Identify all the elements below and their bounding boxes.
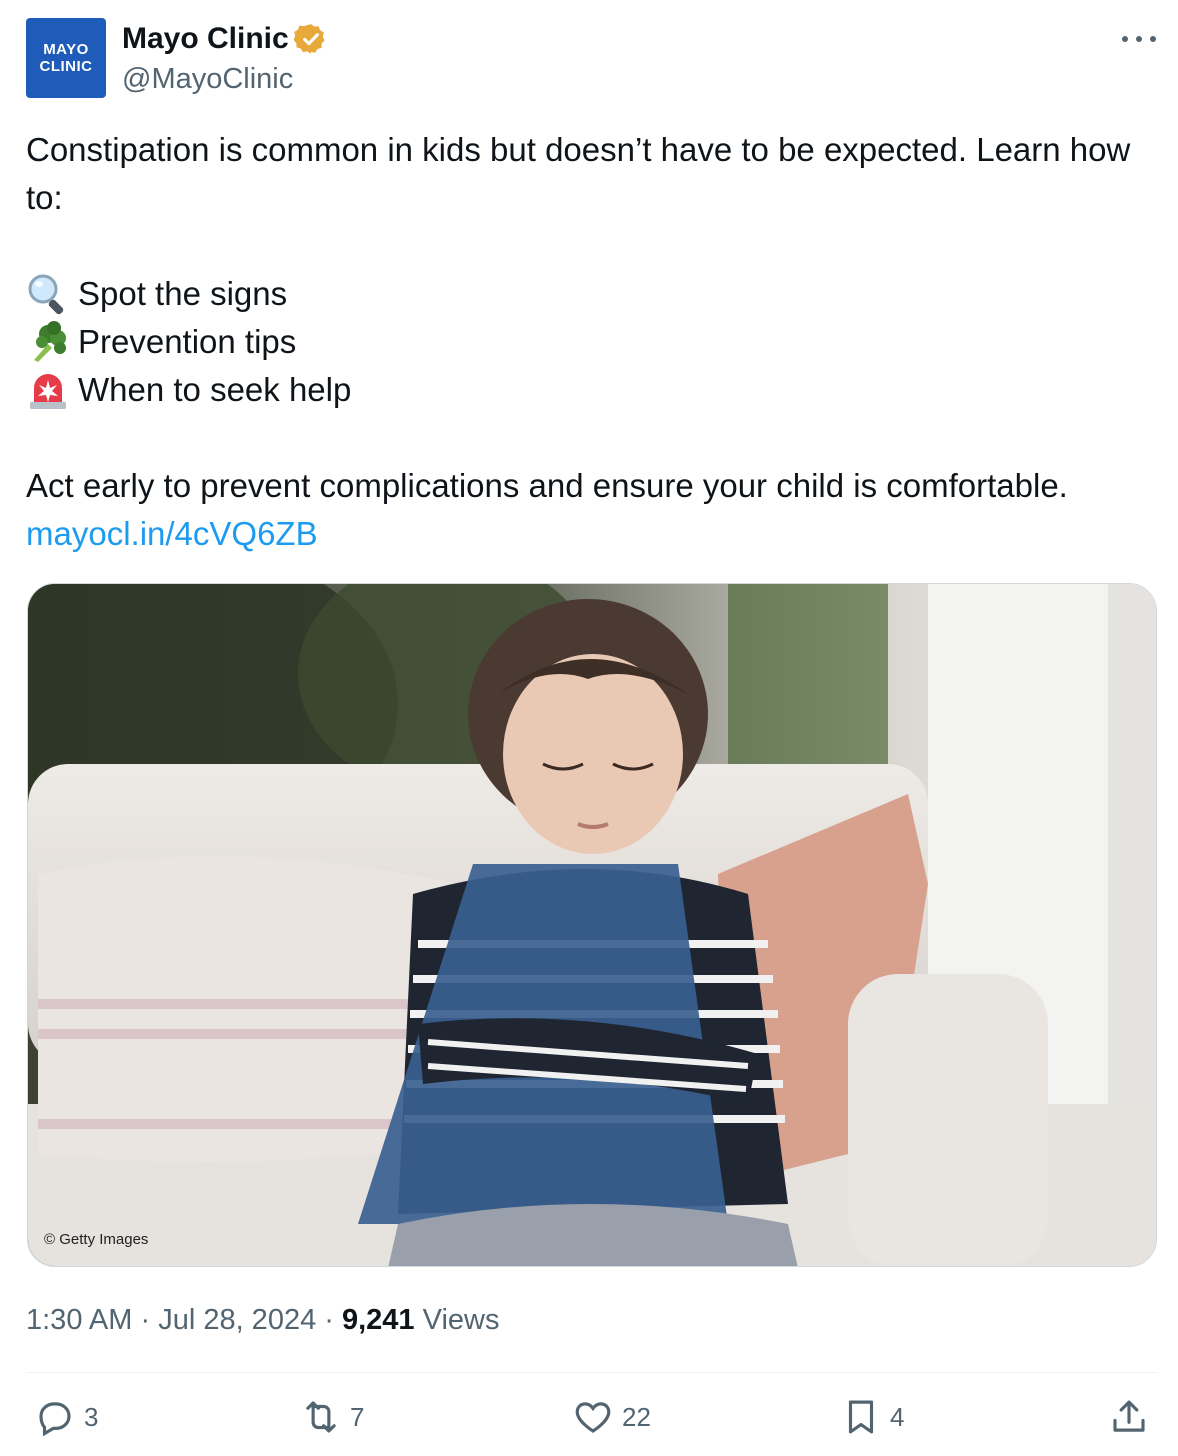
avatar-line-1: MAYO — [43, 41, 89, 58]
divider — [26, 1372, 1158, 1373]
bookmark-count: 4 — [890, 1401, 905, 1432]
bookmark-icon — [848, 1400, 874, 1434]
repost-button[interactable]: 7 — [300, 1396, 364, 1438]
bookmark-button[interactable]: 4 — [840, 1396, 904, 1438]
tweet-date[interactable]: Jul 28, 2024 — [158, 1304, 316, 1336]
tweet-link[interactable]: mayocl.in/4cVQ6ZB — [26, 515, 318, 552]
display-name[interactable]: Mayo Clinic — [122, 20, 289, 58]
author-handle[interactable]: @MayoClinic — [122, 60, 293, 98]
views-label: Views — [414, 1304, 500, 1336]
tweet-intro: Constipation is common in kids but doesn… — [26, 131, 1131, 216]
tweet-closing: Act early to prevent complications and e… — [26, 467, 1068, 504]
more-options-icon[interactable] — [1122, 24, 1156, 54]
tweet-photo[interactable]: © Getty Images — [27, 583, 1157, 1267]
repost-count: 7 — [350, 1401, 365, 1432]
bullet-prevention: Prevention tips — [26, 318, 1156, 366]
avatar[interactable]: MAYO CLINIC — [26, 18, 106, 98]
tweet-meta: 1:30 AM · Jul 28, 2024 · 9,241 Views — [26, 1304, 500, 1336]
author-name-row: Mayo Clinic — [122, 20, 328, 58]
tweet-time[interactable]: 1:30 AM — [26, 1304, 132, 1336]
reply-count: 3 — [84, 1401, 99, 1432]
views-count: 9,241 — [341, 1304, 415, 1336]
heart-icon — [575, 1402, 611, 1433]
reply-button[interactable]: 3 — [34, 1396, 98, 1438]
share-button[interactable] — [1108, 1396, 1158, 1438]
like-count: 22 — [622, 1401, 651, 1432]
broccoli-icon — [34, 321, 66, 362]
reply-icon — [39, 1402, 71, 1437]
like-button[interactable]: 22 — [572, 1396, 651, 1438]
magnifying-glass-icon — [28, 274, 64, 315]
bullet-text: When to seek help — [78, 371, 352, 408]
avatar-line-2: CLINIC — [39, 58, 93, 75]
bullet-seek-help: When to seek help — [26, 366, 1156, 414]
repost-icon — [306, 1401, 336, 1433]
bullet-text: Spot the signs — [78, 275, 288, 312]
bullet-text: Prevention tips — [78, 323, 297, 360]
photo-credit: © Getty Images — [44, 1231, 149, 1248]
action-bar: 3 7 22 4 — [0, 1396, 1178, 1446]
bullet-spot-signs: Spot the signs — [26, 270, 1156, 318]
share-icon — [1113, 1400, 1145, 1432]
tweet-text: Constipation is common in kids but doesn… — [26, 126, 1156, 558]
photo-illustration — [28, 584, 1156, 1266]
verified-badge-icon[interactable] — [293, 22, 328, 56]
siren-icon — [30, 374, 66, 409]
